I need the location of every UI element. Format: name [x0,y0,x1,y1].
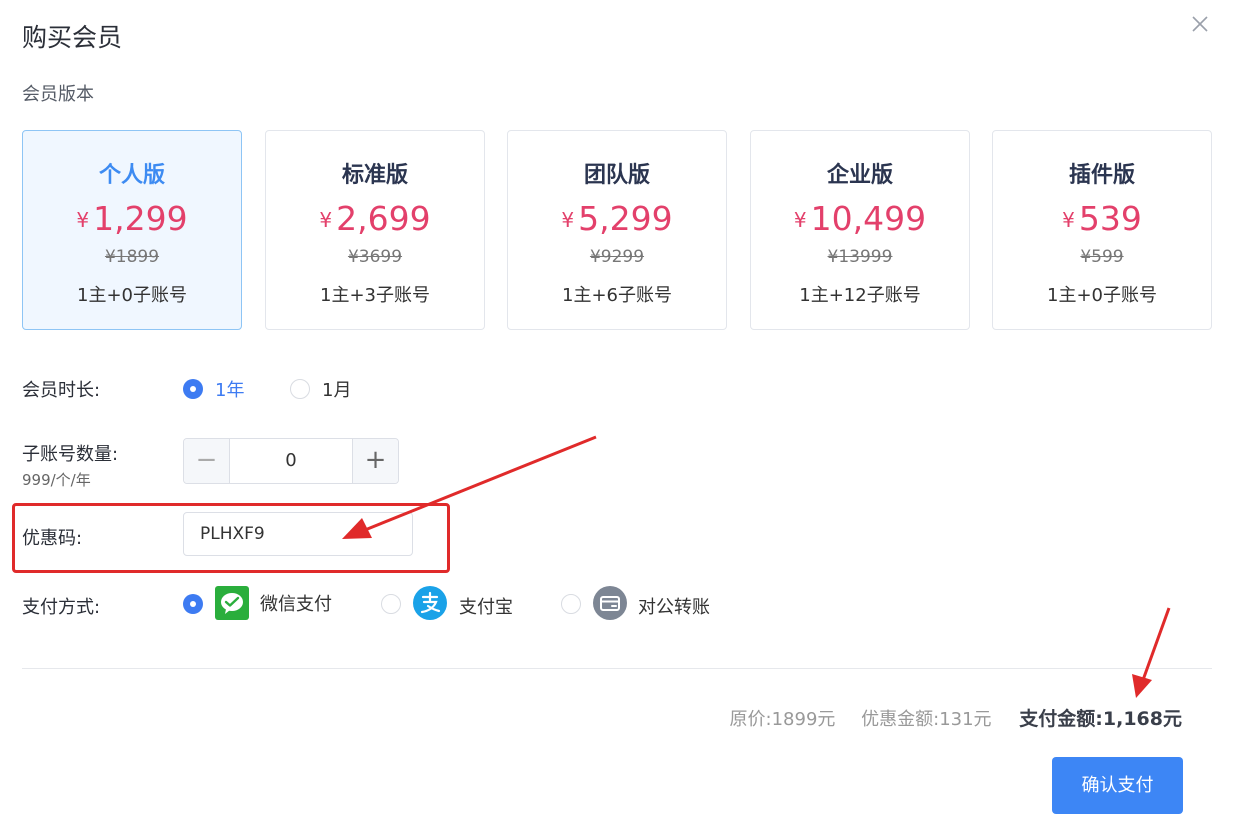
subaccount-label: 子账号数量: [22,444,119,465]
wechat-pay-icon [215,586,249,620]
currency-symbol: ¥ [1062,208,1075,232]
duration-label: 会员时长: [22,380,101,401]
plan-accounts: 1主+0子账号 [1047,285,1157,306]
duration-radio-1-month[interactable] [290,379,310,399]
plan-card-personal[interactable]: 个人版 ¥1,299 ¥1899 1主+0子账号 [22,130,242,330]
discount-amount: 优惠金额:131元 [861,709,992,730]
plan-accounts: 1主+3子账号 [320,285,430,306]
plan-card-team[interactable]: 团队版 ¥5,299 ¥9299 1主+6子账号 [507,130,727,330]
plan-original-price: ¥13999 [827,247,893,267]
subaccount-unit-price: 999/个/年 [22,471,91,489]
duration-option-1-month[interactable]: 1月 [322,376,351,402]
currency-symbol: ¥ [76,208,90,232]
payment-total: 支付金额:1,168元 [1019,708,1182,730]
price-summary: 原价:1899元 优惠金额:131元 支付金额:1,168元 [710,704,1182,731]
close-icon[interactable] [1188,12,1212,36]
plan-price-value: 539 [1078,199,1142,238]
decrement-button[interactable]: − [184,439,230,483]
plan-original-price: ¥9299 [589,247,645,267]
plan-price: ¥5,299 [508,199,726,240]
original-price: 原价:1899元 [729,709,836,730]
plan-card-standard[interactable]: 标准版 ¥2,699 ¥3699 1主+3子账号 [265,130,485,330]
currency-symbol: ¥ [793,208,807,232]
plan-accounts: 1主+6子账号 [562,285,672,306]
plan-price: ¥2,699 [266,199,484,240]
plan-name: 插件版 [1068,163,1135,188]
bank-transfer-icon [593,586,627,620]
currency-symbol: ¥ [319,208,333,232]
payment-label: 支付方式: [22,597,101,618]
plan-accounts: 1主+12子账号 [799,285,921,306]
payment-option-bank-transfer[interactable]: 对公转账 [638,593,710,619]
plan-accounts: 1主+0子账号 [77,285,187,306]
plan-price-value: 10,499 [810,199,927,238]
plan-price-value: 1,299 [93,199,188,238]
plan-name: 团队版 [583,163,650,188]
plan-original-price: ¥3699 [347,247,403,267]
coupon-label: 优惠码: [22,528,83,549]
purchase-membership-dialog: 购买会员 会员版本 个人版 ¥1,299 ¥1899 1主+0子账号 标准版 ¥… [0,0,1236,837]
dialog-title: 购买会员 [22,23,123,52]
plan-price-value: 2,699 [336,199,431,238]
currency-symbol: ¥ [561,208,575,232]
subaccount-quantity-input[interactable]: 0 [230,439,352,483]
payment-option-wechat[interactable]: 微信支付 [260,590,332,616]
payment-option-alipay[interactable]: 支付宝 [459,593,513,619]
plan-list: 个人版 ¥1,299 ¥1899 1主+0子账号 标准版 ¥2,699 ¥369… [22,130,1212,330]
payment-radio-wechat[interactable] [183,594,203,614]
subaccount-stepper: − 0 + [183,438,399,484]
coupon-input[interactable]: PLHXF9 [183,512,413,556]
increment-button[interactable]: + [352,439,398,483]
duration-radio-1-year[interactable] [183,379,203,399]
alipay-icon [413,586,447,620]
plan-card-enterprise[interactable]: 企业版 ¥10,499 ¥13999 1主+12子账号 [750,130,970,330]
divider [22,668,1212,669]
plan-card-plugin[interactable]: 插件版 ¥539 ¥599 1主+0子账号 [992,130,1212,330]
payment-radio-bank-transfer[interactable] [561,594,581,614]
annotation-arrow-total [1132,607,1171,698]
plan-original-price: ¥1899 [104,247,160,267]
payment-radio-alipay[interactable] [381,594,401,614]
plan-price: ¥539 [993,199,1211,240]
plan-name: 企业版 [826,163,893,188]
plan-price: ¥10,499 [751,199,969,240]
plan-name: 个人版 [98,163,165,188]
plan-name: 标准版 [341,163,408,188]
confirm-payment-button[interactable]: 确认支付 [1052,757,1183,814]
plan-price-value: 5,299 [578,199,673,238]
plan-section-label: 会员版本 [22,84,94,105]
plan-price: ¥1,299 [23,199,241,240]
duration-option-1-year[interactable]: 1年 [215,376,244,402]
plan-original-price: ¥599 [1080,247,1124,267]
